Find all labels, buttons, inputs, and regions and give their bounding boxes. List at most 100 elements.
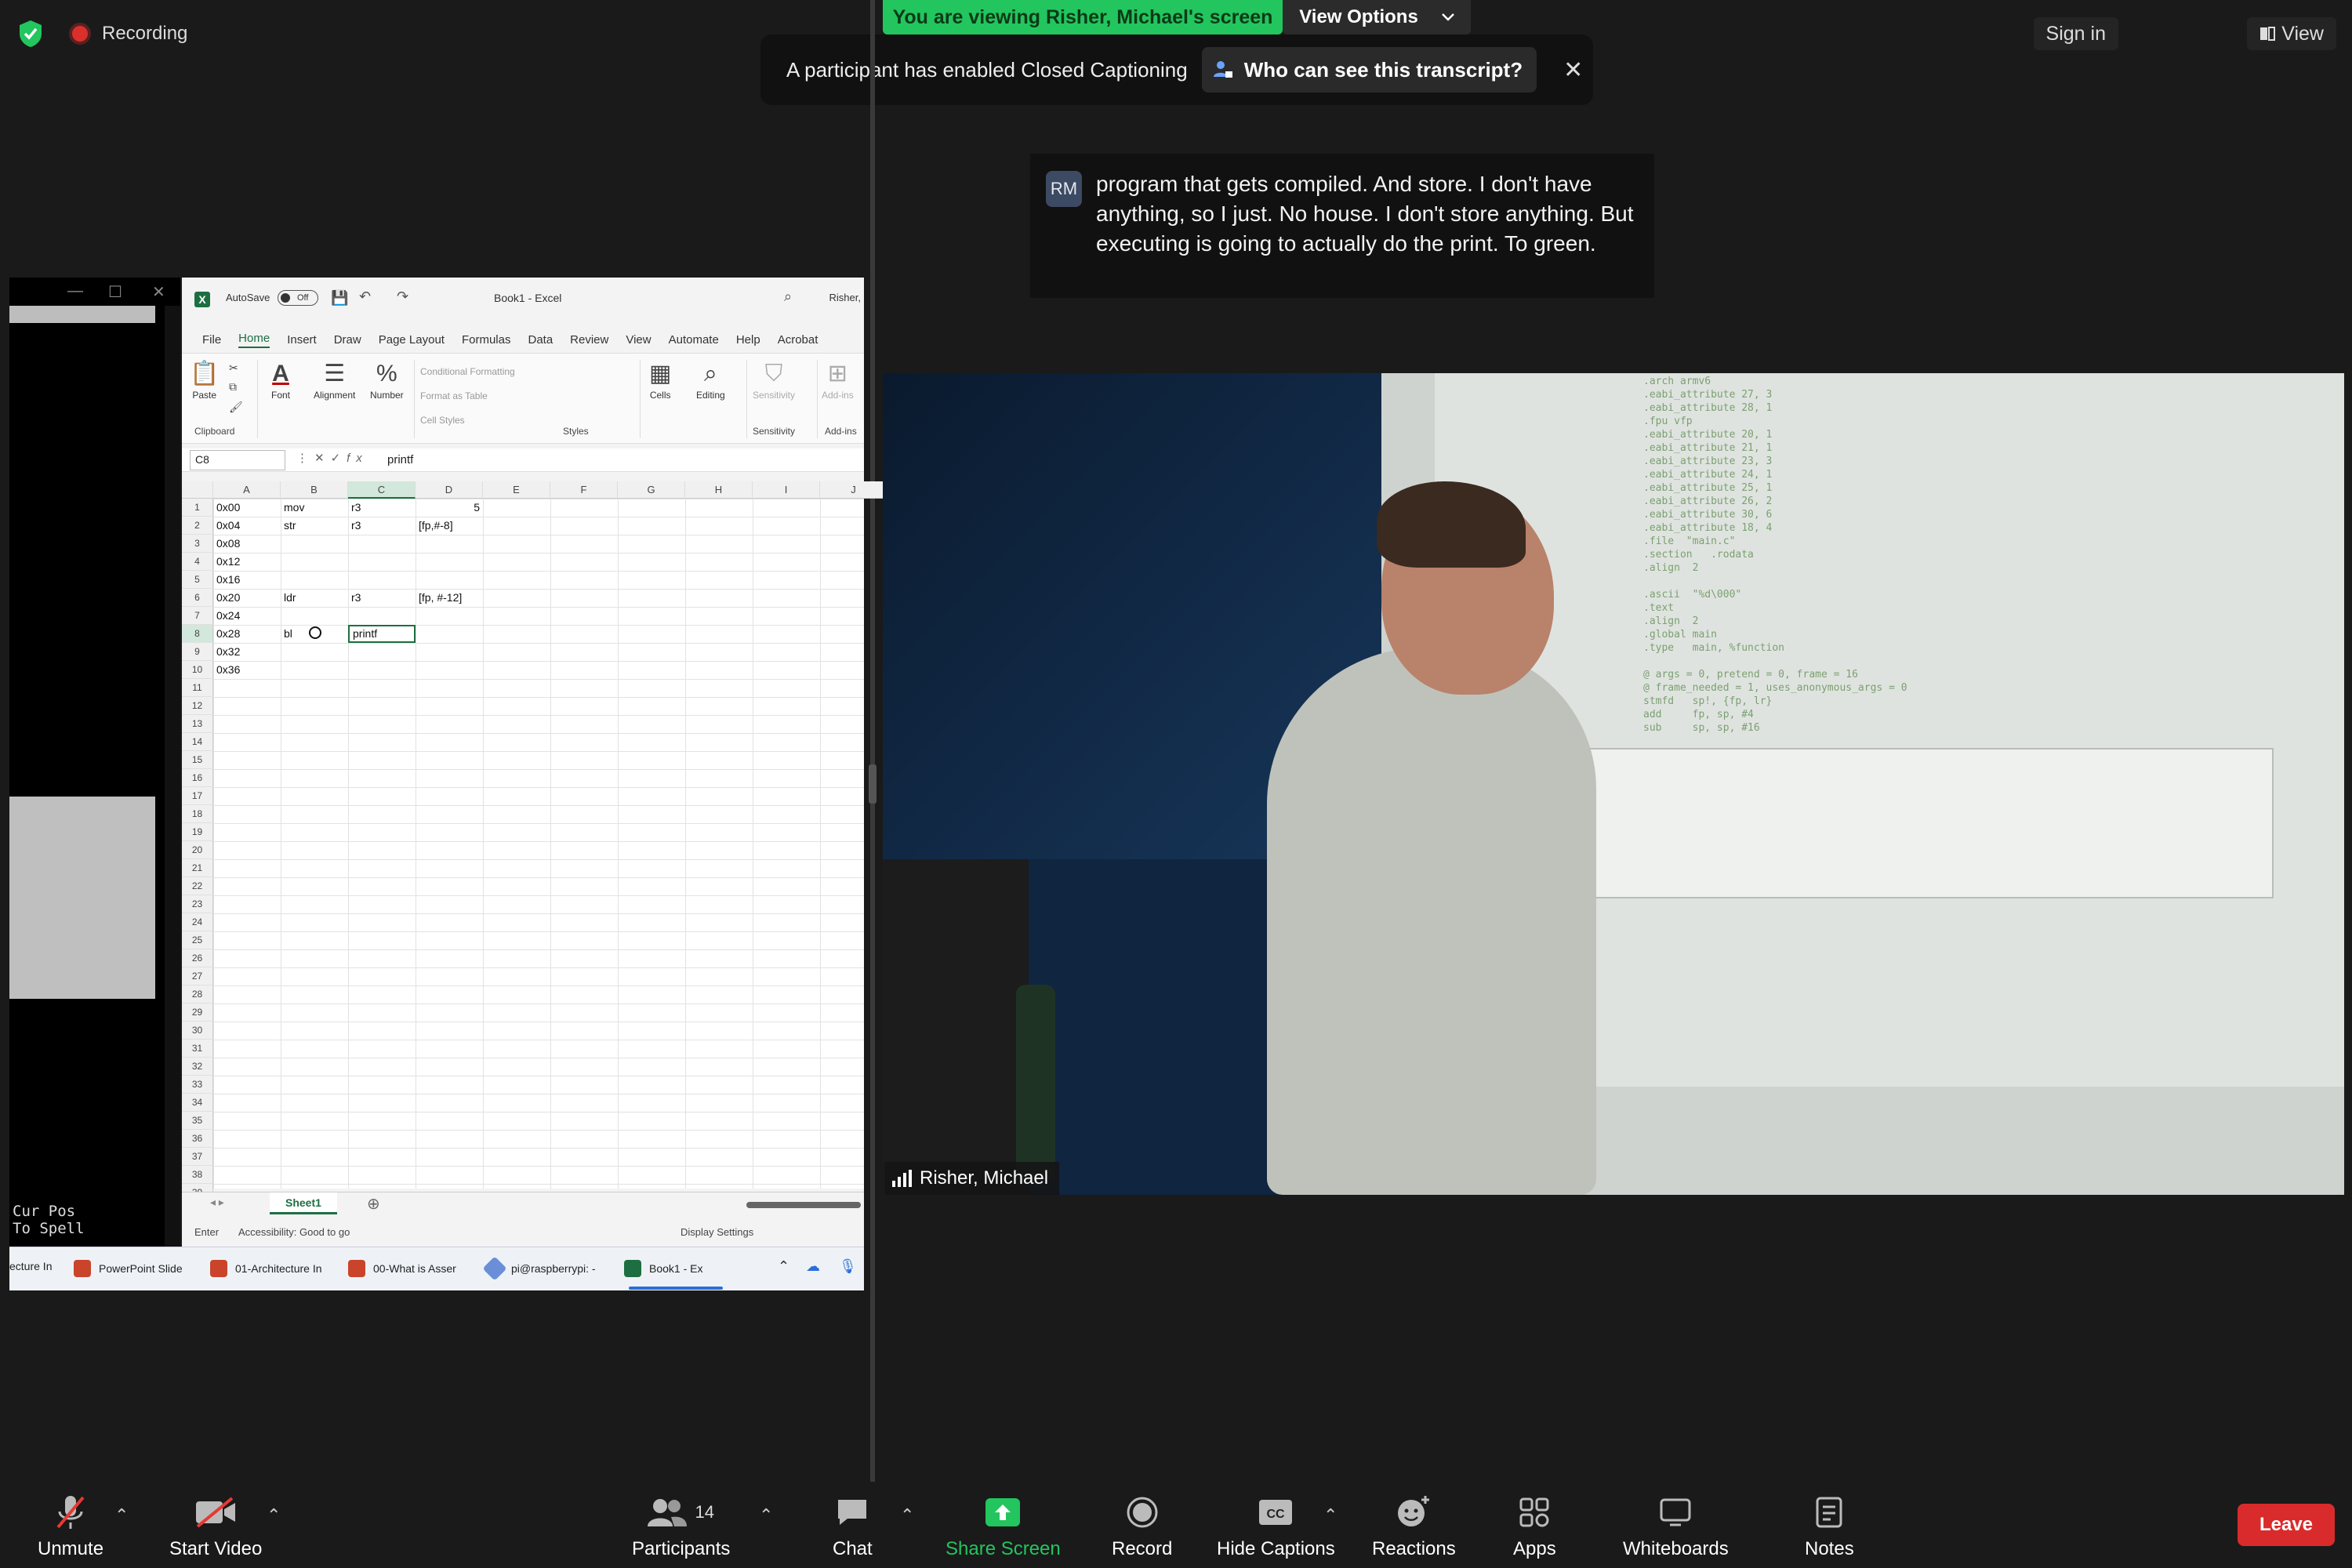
sheet-nav-icons[interactable]: ◂ ▸ [210,1196,224,1209]
column-header[interactable]: H [685,481,753,499]
row-header[interactable]: 17 [182,787,213,805]
taskbar-item[interactable]: pi@raspberrypi: - [482,1256,596,1281]
column-header[interactable]: E [483,481,550,499]
cell[interactable]: 0x16 [213,571,281,589]
taskbar-item[interactable]: 00-What is Asser [348,1260,456,1277]
save-icon[interactable]: 💾 [331,290,348,307]
cell[interactable]: 0x00 [213,499,281,517]
row-header[interactable]: 9 [182,643,213,661]
tab-review[interactable]: Review [570,333,608,347]
view-button[interactable]: View [2247,17,2336,50]
tab-automate[interactable]: Automate [669,333,719,347]
conditional-formatting-button[interactable]: Conditional Formatting [420,360,515,384]
cell[interactable]: 0x24 [213,607,281,625]
cell[interactable]: 5 [416,499,483,517]
undo-icon[interactable]: ↶ [359,289,371,305]
column-header[interactable]: C [348,481,416,499]
row-header[interactable]: 19 [182,823,213,841]
tab-file[interactable]: File [202,333,221,347]
share-screen-button[interactable]: Share Screen [946,1494,1061,1560]
accessibility-status[interactable]: Accessibility: Good to go [238,1226,350,1238]
row-header[interactable]: 11 [182,679,213,697]
maximize-icon[interactable]: ☐ [108,282,122,302]
row-header[interactable]: 3 [182,535,213,553]
leave-button[interactable]: Leave [2238,1504,2335,1546]
onedrive-icon[interactable]: ☁ [806,1258,820,1275]
redo-icon[interactable]: ↷ [397,289,408,305]
hide-captions-button[interactable]: CC Hide Captions [1217,1494,1335,1560]
close-icon[interactable]: ✕ [1563,56,1583,84]
user-name[interactable]: Risher, [829,292,861,303]
copy-icon[interactable]: ⧉ [229,380,237,394]
recording-indicator[interactable]: Recording [69,19,187,49]
tab-view[interactable]: View [626,333,651,347]
minimize-icon[interactable]: — [67,282,83,300]
cell-styles-button[interactable]: Cell Styles [420,408,515,433]
taskbar-item[interactable]: 01-Architecture In [210,1260,322,1277]
row-header[interactable]: 33 [182,1076,213,1094]
row-header[interactable]: 2 [182,517,213,535]
font-button[interactable]: A Font [271,358,290,401]
tab-acrobat[interactable]: Acrobat [778,333,818,347]
tab-help[interactable]: Help [736,333,760,347]
reactions-button[interactable]: Reactions [1372,1494,1456,1560]
row-header[interactable]: 31 [182,1040,213,1058]
row-header[interactable]: 21 [182,859,213,877]
taskbar-item[interactable]: ecture In [9,1260,52,1272]
participants-chevron-icon[interactable]: ⌃ [759,1505,773,1526]
number-button[interactable]: % Number [370,358,404,401]
addins-button[interactable]: ⊞ Add-ins [822,358,854,401]
row-header[interactable]: 26 [182,949,213,967]
sheet-tab[interactable]: Sheet1 [270,1192,337,1214]
whiteboards-button[interactable]: Whiteboards [1623,1494,1729,1560]
row-header[interactable]: 5 [182,571,213,589]
format-as-table-button[interactable]: Format as Table [420,384,515,408]
cell[interactable]: 0x04 [213,517,281,535]
chat-button[interactable]: Chat [833,1494,873,1560]
tab-draw[interactable]: Draw [334,333,361,347]
sign-in-button[interactable]: Sign in [2033,17,2118,50]
tab-data[interactable]: Data [528,333,553,347]
column-header[interactable]: F [550,481,618,499]
paste-button[interactable]: 📋 Paste [190,358,219,401]
cell[interactable]: 0x20 [213,589,281,607]
taskbar-item[interactable]: Book1 - Ex [624,1260,702,1277]
active-cell[interactable]: printf [348,625,416,643]
cell[interactable]: 0x28 [213,625,281,643]
row-header[interactable]: 15 [182,751,213,769]
column-header[interactable]: G [618,481,685,499]
security-shield-icon[interactable] [17,19,44,49]
row-header[interactable]: 16 [182,769,213,787]
editing-button[interactable]: ⌕ Editing [696,358,725,401]
alignment-button[interactable]: ☰ Alignment [314,358,355,401]
row-header[interactable]: 1 [182,499,213,517]
close-icon[interactable]: ✕ [152,282,165,302]
cell[interactable]: [fp,#-8] [416,517,483,535]
tab-home[interactable]: Home [238,332,270,348]
row-header[interactable]: 13 [182,715,213,733]
row-header[interactable]: 8 [182,625,213,643]
cell[interactable]: [fp, #-12] [416,589,483,607]
tab-insert[interactable]: Insert [287,333,317,347]
divider-handle[interactable] [869,764,877,804]
sensitivity-button[interactable]: ⛉ Sensitivity [753,358,795,401]
row-header[interactable]: 6 [182,589,213,607]
audio-options-chevron-icon[interactable]: ⌃ [114,1505,129,1526]
row-header[interactable]: 20 [182,841,213,859]
cell[interactable]: ldr [281,589,348,607]
row-header[interactable]: 23 [182,895,213,913]
start-video-button[interactable]: Start Video [169,1494,262,1560]
participant-video[interactable]: .arch armv6 .eabi_attribute 27, 3 .eabi_… [883,373,2344,1195]
row-header[interactable]: 38 [182,1166,213,1184]
video-options-chevron-icon[interactable]: ⌃ [267,1505,281,1526]
horizontal-scrollbar[interactable] [746,1202,861,1208]
display-settings-button[interactable]: Display Settings [681,1226,753,1238]
tab-formulas[interactable]: Formulas [462,333,511,347]
row-header[interactable]: 35 [182,1112,213,1130]
column-header[interactable]: J [820,481,887,499]
split-view-divider[interactable] [870,0,875,1482]
row-header[interactable]: 37 [182,1148,213,1166]
row-header[interactable]: 14 [182,733,213,751]
chat-chevron-icon[interactable]: ⌃ [900,1505,914,1526]
row-header[interactable]: 34 [182,1094,213,1112]
